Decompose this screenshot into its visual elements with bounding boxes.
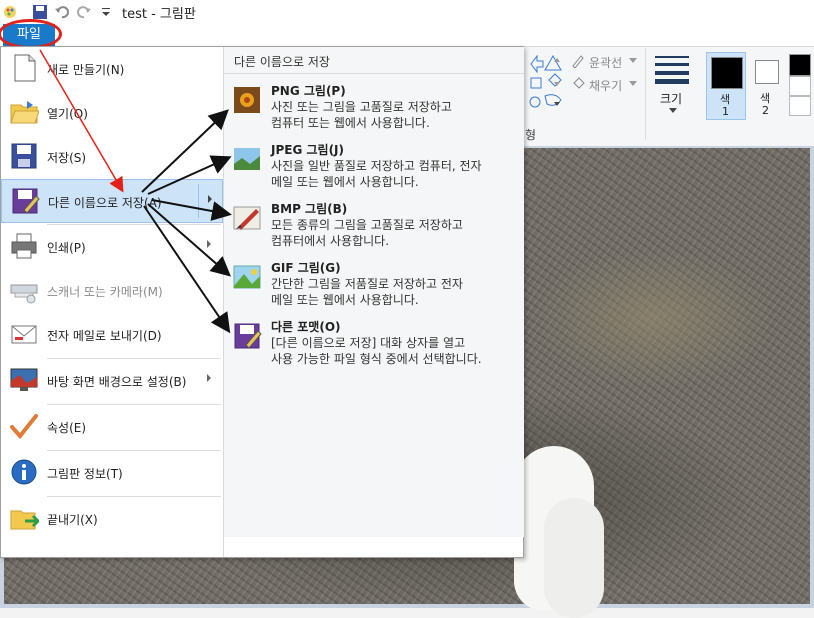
- size-dropdown-icon[interactable]: [669, 108, 677, 114]
- info-icon: [11, 459, 37, 485]
- customize-toolbar-icon[interactable]: [98, 4, 114, 20]
- menu-item-new[interactable]: 새로 만들기(N): [1, 47, 223, 91]
- jpeg-image-icon: [234, 148, 260, 170]
- ribbon-visible-panel: 윤곽선 채우기 형 크기 색 1 색 2: [525, 48, 814, 146]
- submenu-item-png[interactable]: PNG 그림(P) 사진 또는 그림을 고품질로 저장하고 컴퓨터 또는 웹에서 …: [224, 77, 524, 133]
- annotation-circle: [0, 19, 62, 49]
- bmp-image-icon: [233, 206, 261, 230]
- redo-icon[interactable]: [76, 4, 92, 20]
- menu-item-label: 그림판 정보(T): [47, 467, 123, 481]
- checkmark-icon: [10, 414, 38, 440]
- file-menu-commands: 새로 만들기(N) 열기(O) 저장(S) 다른 이름으로 저장(A) 인쇄(P…: [1, 47, 223, 557]
- outline-label[interactable]: 윤곽선: [589, 54, 622, 71]
- menu-item-properties[interactable]: 속성(E): [1, 405, 223, 449]
- ribbon-tabs: [0, 24, 814, 47]
- palette-swatch[interactable]: [789, 76, 811, 96]
- menu-item-print[interactable]: 인쇄(P): [1, 225, 223, 269]
- submenu-title: 다른 이름으로 저장: [234, 55, 330, 69]
- shapes-scroll-icon[interactable]: [552, 52, 562, 114]
- color1-button[interactable]: 색 1: [706, 52, 746, 120]
- save-icon[interactable]: [32, 4, 48, 20]
- menu-item-email[interactable]: 전자 메일로 보내기(D): [1, 313, 223, 357]
- save-disk-icon: [11, 143, 37, 169]
- submenu-item-heading: BMP 그림(B): [271, 202, 348, 216]
- file-menu: 새로 만들기(N) 열기(O) 저장(S) 다른 이름으로 저장(A) 인쇄(P…: [0, 46, 524, 558]
- menu-item-label: 인쇄(P): [47, 241, 86, 255]
- color2-button[interactable]: 색 2: [751, 52, 783, 120]
- size-lines-icon[interactable]: [655, 54, 689, 84]
- size-label[interactable]: 크기: [660, 90, 682, 107]
- submenu-item-jpeg[interactable]: JPEG 그림(J) 사진을 일반 품질로 저장하고 컴퓨터, 전자 메일 또는 …: [224, 136, 524, 192]
- fill-dropdown-icon[interactable]: [629, 81, 637, 87]
- dog-body: [544, 498, 604, 618]
- paint-app-icon: [4, 6, 16, 18]
- palette-swatch[interactable]: [789, 96, 811, 116]
- menu-item-save[interactable]: 저장(S): [1, 135, 223, 179]
- scanner-icon: [10, 284, 38, 304]
- chevron-right-icon[interactable]: [207, 374, 211, 382]
- submenu-item-gif[interactable]: GIF 그림(G) 간단한 그림을 저품질로 저장하고 전자 메일 또는 웹에서 …: [224, 254, 524, 310]
- save-as-icon: [12, 188, 40, 214]
- fill-label[interactable]: 채우기: [589, 77, 622, 94]
- submenu-item-heading: PNG 그림(P): [271, 84, 346, 98]
- submenu-item-heading: 다른 포맷(O): [271, 320, 341, 334]
- menu-item-open[interactable]: 열기(O): [1, 91, 223, 135]
- undo-icon[interactable]: [54, 4, 70, 20]
- outline-pen-icon[interactable]: [571, 54, 585, 68]
- chevron-right-icon[interactable]: [208, 195, 212, 203]
- other-format-icon: [234, 323, 262, 349]
- submenu-title-separator: [224, 73, 524, 74]
- menu-item-label: 스캐너 또는 카메라(M): [47, 285, 163, 299]
- submenu-item-bmp[interactable]: BMP 그림(B) 모든 종류의 그림을 고품질로 저장하고 컴퓨터에서 사용합니…: [224, 195, 524, 251]
- menu-item-label: 새로 만들기(N): [47, 63, 125, 77]
- menu-item-scanner[interactable]: 스캐너 또는 카메라(M): [1, 269, 223, 313]
- submenu-item-description: [다른 이름으로 저장] 대화 상자를 열고 사용 가능한 파일 형식 중에서 선…: [271, 336, 482, 366]
- ribbon-separator: [645, 48, 646, 140]
- printer-icon: [11, 233, 37, 259]
- exit-icon: [10, 510, 39, 530]
- save-as-submenu: 다른 이름으로 저장 PNG 그림(P) 사진 또는 그림을 고품질로 저장하고…: [224, 47, 524, 537]
- submenu-item-other-format[interactable]: 다른 포맷(O) [다른 이름으로 저장] 대화 상자를 열고 사용 가능한 파일…: [224, 313, 524, 369]
- menu-item-label: 바탕 화면 배경으로 설정(B): [47, 375, 187, 389]
- menu-item-label: 다른 이름으로 저장(A): [48, 196, 162, 210]
- color1-number: 1: [722, 105, 729, 118]
- menu-item-label: 끝내기(X): [47, 513, 98, 527]
- menu-item-about[interactable]: 그림판 정보(T): [1, 451, 223, 495]
- submenu-item-description: 간단한 그림을 저품질로 저장하고 전자 메일 또는 웹에서 사용합니다.: [271, 277, 463, 307]
- submenu-item-heading: GIF 그림(G): [271, 261, 341, 275]
- menu-item-set-wallpaper[interactable]: 바탕 화면 배경으로 설정(B): [1, 359, 223, 403]
- submenu-item-description: 모든 종류의 그림을 고품질로 저장하고 컴퓨터에서 사용합니다.: [271, 218, 463, 248]
- submenu-item-description: 사진 또는 그림을 고품질로 저장하고 컴퓨터 또는 웹에서 사용합니다.: [271, 100, 452, 130]
- color2-number: 2: [762, 104, 769, 117]
- palette-swatch[interactable]: [789, 54, 811, 76]
- menu-item-exit[interactable]: 끝내기(X): [1, 497, 223, 541]
- submenu-item-heading: JPEG 그림(J): [271, 143, 344, 157]
- new-file-icon: [14, 54, 36, 82]
- email-icon: [11, 325, 37, 344]
- submenu-item-description: 사진을 일반 품질로 저장하고 컴퓨터, 전자 메일 또는 웹에서 사용합니다.: [271, 159, 482, 189]
- open-folder-icon: [10, 101, 39, 124]
- split-divider: [198, 184, 199, 218]
- fill-bucket-icon[interactable]: [571, 77, 585, 91]
- menu-item-label: 속성(E): [47, 421, 87, 435]
- shapes-group-label: 형: [525, 128, 537, 142]
- outline-dropdown-icon[interactable]: [629, 58, 637, 64]
- color2-swatch: [755, 60, 779, 84]
- title-bar: test - 그림판: [0, 0, 814, 24]
- menu-item-save-as[interactable]: 다른 이름으로 저장(A): [1, 179, 223, 223]
- menu-item-label: 열기(O): [47, 107, 88, 121]
- menu-item-label: 전자 메일로 보내기(D): [47, 329, 162, 343]
- window-title: test - 그림판: [122, 7, 196, 22]
- png-image-icon: [234, 87, 260, 113]
- color1-swatch: [711, 57, 743, 89]
- menu-item-label: 저장(S): [47, 151, 87, 165]
- gif-image-icon: [233, 265, 261, 289]
- desktop-icon: [10, 368, 38, 391]
- chevron-right-icon[interactable]: [207, 240, 211, 248]
